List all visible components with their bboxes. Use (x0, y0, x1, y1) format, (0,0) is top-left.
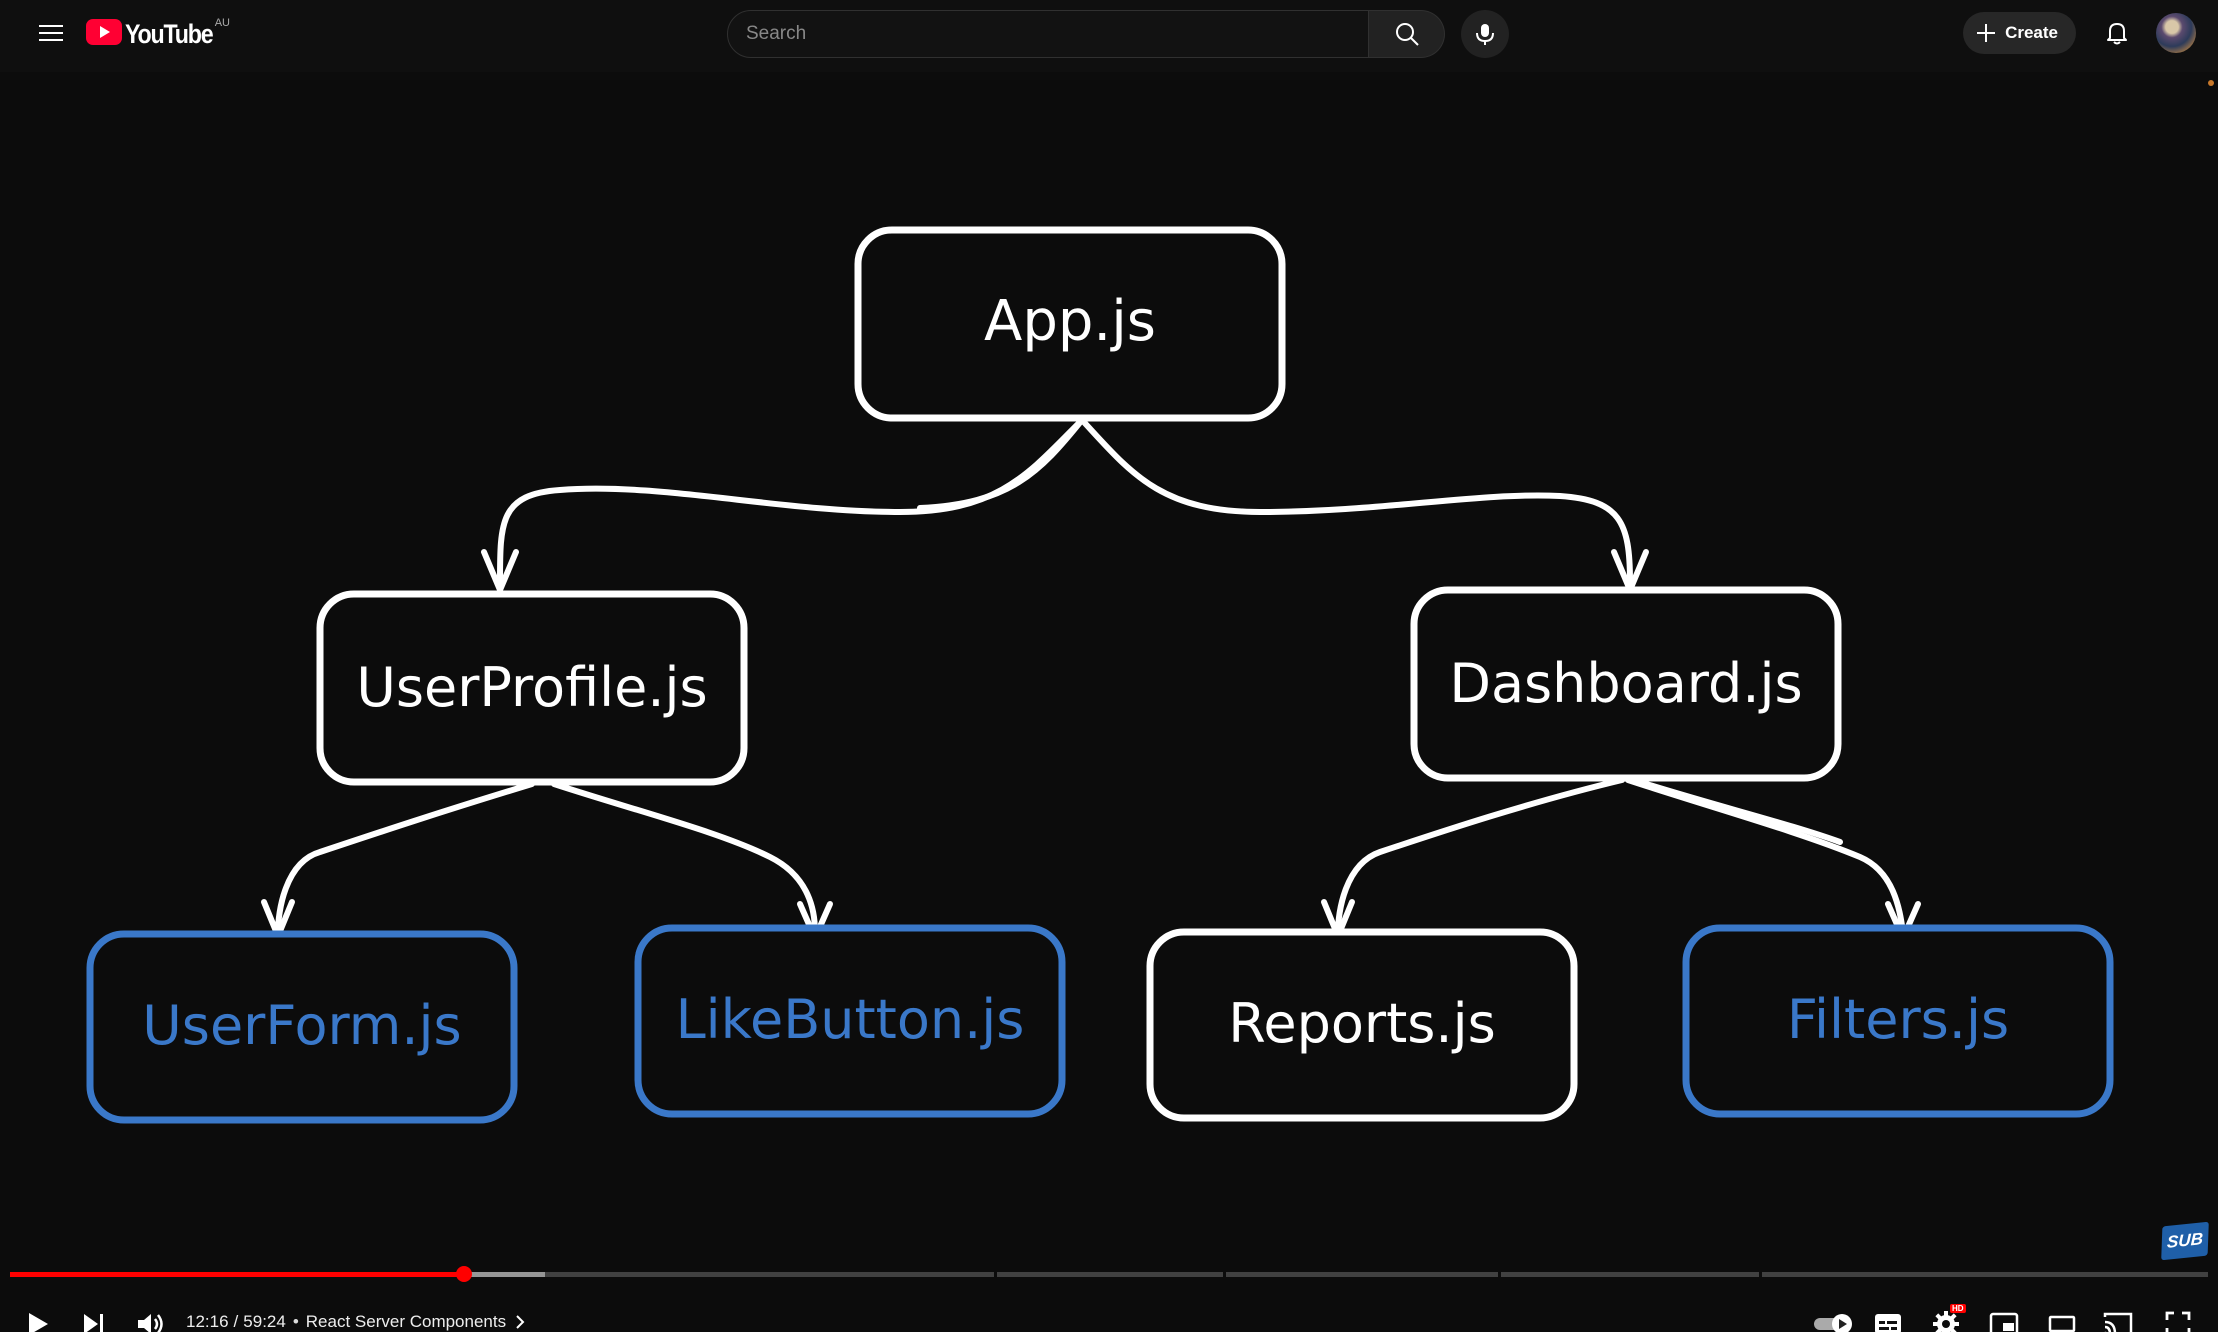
connector-app-userprofile (497, 417, 1085, 585)
node-likebutton-label: LikeButton.js (676, 988, 1025, 1051)
miniplayer-button[interactable] (1978, 1298, 2030, 1332)
hd-badge: HD (1950, 1304, 1966, 1313)
search-input[interactable] (746, 23, 1368, 45)
node-app: App.js (854, 226, 1286, 422)
connector-userprofile-userform (275, 781, 535, 935)
microphone-icon (1476, 24, 1494, 45)
connector-dashboard-filters (1625, 777, 1906, 935)
search-button[interactable] (1369, 10, 1445, 58)
logo-text: YouTube (125, 19, 214, 49)
voice-search-button[interactable] (1461, 10, 1509, 58)
node-filters: Filters.js (1682, 924, 2114, 1118)
search-area (727, 10, 1509, 58)
chapter-segment (997, 1272, 1223, 1277)
theater-mode-button[interactable] (2036, 1298, 2088, 1332)
logo-country-code: AU (214, 17, 230, 29)
played-bar (10, 1272, 464, 1277)
chapter-segment (1762, 1272, 2208, 1277)
create-button[interactable]: Create (1963, 12, 2076, 54)
masthead: YouTube AU Create (0, 0, 2218, 66)
node-reports-label: Reports.js (1228, 992, 1495, 1055)
progress-bar[interactable] (10, 1266, 2208, 1282)
chapter-bullet: • (292, 1312, 299, 1331)
hamburger-menu-icon (39, 25, 63, 41)
connector-userprofile-likebutton (551, 781, 818, 935)
chapter-segment (1501, 1272, 1759, 1277)
avatar[interactable] (2156, 13, 2196, 53)
buffered-bar (463, 1272, 546, 1277)
masthead-right: Create (1963, 0, 2196, 66)
node-app-label: App.js (984, 289, 1156, 354)
node-filters-label: Filters.js (1787, 988, 2009, 1051)
settings-button[interactable]: HD (1920, 1298, 1972, 1332)
node-dashboard-label: Dashboard.js (1449, 652, 1802, 715)
connector-dashboard-filters-2 (1637, 779, 1843, 845)
masthead-left: YouTube AU (24, 0, 230, 66)
node-userprofile-label: UserProfile.js (356, 656, 707, 719)
cast-button[interactable] (2092, 1298, 2144, 1332)
time-display: 12:16 / 59:24 • React Server Components (186, 1312, 528, 1332)
corner-indicator-dot (2208, 80, 2214, 86)
search-box (727, 10, 1369, 58)
duration: 59:24 (243, 1312, 286, 1331)
scrubber-handle[interactable] (455, 1266, 472, 1282)
chevron-right-icon (516, 1315, 525, 1329)
time-separator: / (233, 1312, 239, 1331)
mute-button[interactable] (124, 1298, 176, 1332)
connector-dashboard-reports (1335, 777, 1625, 935)
play-icon (29, 1313, 48, 1332)
connector-app-userprofile-2 (917, 417, 1085, 511)
plus-icon (1977, 24, 1996, 42)
connector-app-dashboard (1079, 417, 1633, 585)
cast-icon (2103, 1312, 2133, 1332)
chapter-title: React Server Components (305, 1312, 507, 1331)
fullscreen-icon (2165, 1311, 2191, 1332)
subscribe-watermark-label: SUB (2166, 1229, 2204, 1252)
node-reports: Reports.js (1146, 928, 1578, 1122)
guide-menu-button[interactable] (24, 6, 78, 60)
subtitles-icon (1875, 1314, 1901, 1332)
search-icon (1395, 23, 1419, 46)
autoplay-toggle[interactable] (1804, 1298, 1864, 1332)
youtube-logo[interactable]: YouTube AU (86, 13, 230, 53)
node-userform: UserForm.js (86, 930, 518, 1124)
next-icon (84, 1314, 103, 1332)
youtube-logo-icon (86, 19, 122, 45)
theater-mode-icon (2048, 1315, 2076, 1332)
video-player[interactable]: App.js UserProfile.js Dashboard.js UserF… (0, 72, 2218, 1332)
next-button[interactable] (68, 1298, 120, 1332)
chapter-segment (1226, 1272, 1498, 1277)
subscribe-watermark[interactable]: SUB (2161, 1221, 2209, 1261)
bell-icon (2107, 23, 2127, 45)
fullscreen-button[interactable] (2152, 1298, 2204, 1332)
miniplayer-icon (1989, 1312, 2019, 1332)
autoplay-toggle-icon (1814, 1314, 1852, 1332)
notifications-button[interactable] (2090, 6, 2144, 60)
chapter-title-button[interactable]: React Server Components (306, 1312, 528, 1332)
subtitles-button[interactable] (1862, 1298, 1914, 1332)
current-time: 12:16 (186, 1312, 229, 1331)
node-userprofile: UserProfile.js (316, 590, 748, 786)
volume-icon (138, 1314, 163, 1332)
player-controls: 12:16 / 59:24 • React Server Components (0, 1298, 2218, 1332)
node-likebutton: LikeButton.js (634, 924, 1066, 1118)
component-tree-diagram: App.js UserProfile.js Dashboard.js UserF… (86, 226, 2114, 1124)
node-dashboard: Dashboard.js (1410, 586, 1842, 782)
create-button-label: Create (2005, 23, 2058, 42)
node-userform-label: UserForm.js (142, 994, 461, 1057)
play-button[interactable] (12, 1298, 64, 1332)
